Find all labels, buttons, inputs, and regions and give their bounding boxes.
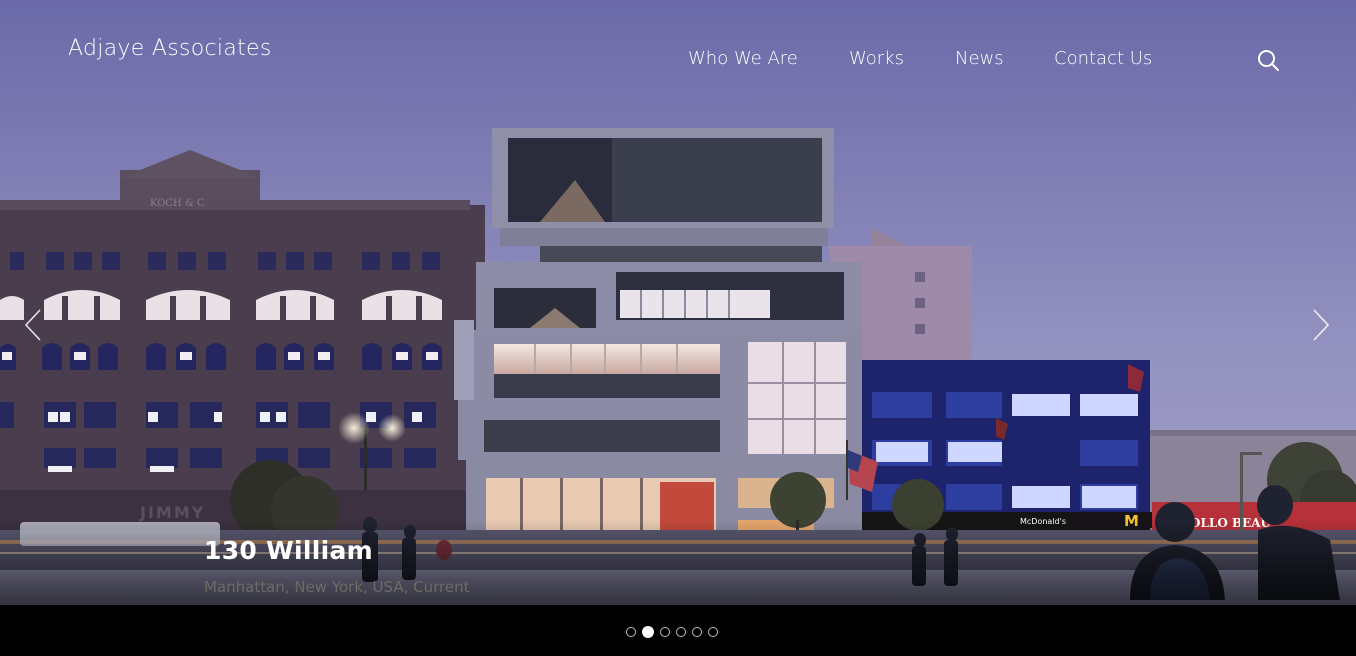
carousel-dot[interactable]: [708, 627, 718, 637]
carousel-dot[interactable]: [660, 627, 670, 637]
svg-text:JIMMY: JIMMY: [139, 503, 205, 522]
hero-carousel: KOCH & C JIMMY Adjaye Associates Who We …: [0, 0, 1356, 656]
slide-subtitle: Manhattan, New York, USA, Current: [204, 578, 470, 596]
slide-title[interactable]: 130 William: [204, 536, 373, 565]
nav-item-contact-us[interactable]: Contact Us: [1054, 48, 1152, 69]
nav-item-news[interactable]: News: [955, 48, 1004, 69]
chevron-right-icon[interactable]: [1310, 308, 1332, 342]
chevron-left-icon[interactable]: [22, 308, 44, 342]
carousel-dot-active[interactable]: [642, 626, 654, 638]
site-logo[interactable]: Adjaye Associates: [68, 36, 272, 61]
carousel-dot[interactable]: [626, 627, 636, 637]
svg-text:KOCH & C: KOCH & C: [150, 198, 205, 209]
nav-item-who-we-are[interactable]: Who We Are: [688, 48, 798, 69]
carousel-dot[interactable]: [676, 627, 686, 637]
carousel-pagination: [626, 626, 718, 641]
search-icon[interactable]: [1256, 48, 1282, 74]
carousel-dot[interactable]: [692, 627, 702, 637]
nav-item-works[interactable]: Works: [849, 48, 904, 69]
